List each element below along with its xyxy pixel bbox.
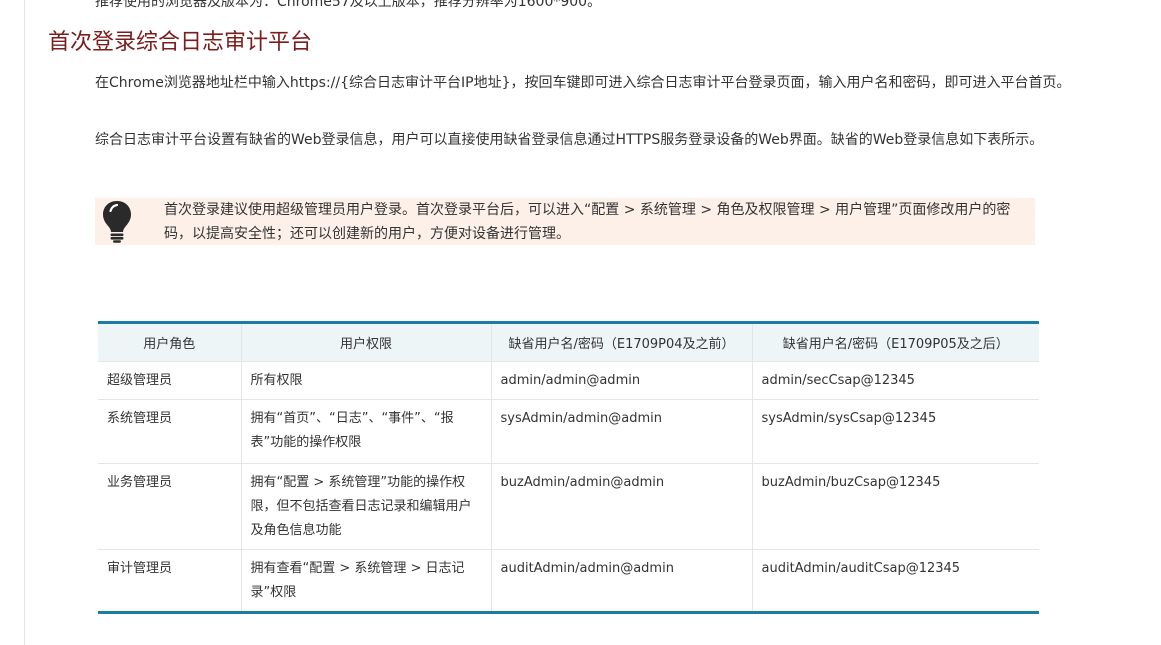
tip-note-text: 首次登录建议使用超级管理员用户登录。首次登录平台后，可以进入“配置 > 系统管理… [164,202,1011,242]
table-header-row: 用户角色 用户权限 缺省用户名/密码（E1709P04及之前） 缺省用户名/密码… [98,322,1039,362]
paragraph-login-url: 在Chrome浏览器地址栏中输入https://{综合日志审计平台IP地址}，按… [95,75,1071,91]
cell-role: 超级管理员 [98,361,242,400]
lightbulb-icon [103,201,131,243]
cell-credentials-old: auditAdmin/admin@admin [491,549,753,614]
header-credentials-new: 缺省用户名/密码（E1709P05及之后） [752,322,1039,362]
cell-role: 审计管理员 [98,549,242,614]
cell-credentials-new: sysAdmin/sysCsap@12345 [752,399,1039,464]
table-row: 系统管理员 拥有“首页”、“日志”、“事件”、“报表”功能的操作权限 sysAd… [98,399,1039,464]
tip-note: 首次登录建议使用超级管理员用户登录。首次登录平台后，可以进入“配置 > 系统管理… [95,198,1035,245]
left-margin-rule [24,0,25,645]
cell-credentials-old: buzAdmin/admin@admin [491,463,753,550]
browser-recommendation: 推荐使用的浏览器及版本为：Chrome57及以上版本，推荐分辨率为1600*90… [95,0,602,10]
cell-credentials-new: buzAdmin/buzCsap@12345 [752,463,1039,550]
table-row: 超级管理员 所有权限 admin/admin@admin admin/secCs… [98,361,1039,400]
cell-permission: 拥有“首页”、“日志”、“事件”、“报表”功能的操作权限 [241,399,492,464]
cell-permission: 所有权限 [241,361,492,400]
table-row: 业务管理员 拥有“配置 > 系统管理”功能的操作权限，但不包括查看日志记录和编辑… [98,463,1039,550]
header-permission: 用户权限 [241,322,492,362]
section-title: 首次登录综合日志审计平台 [48,30,313,55]
cell-credentials-old: admin/admin@admin [491,361,753,400]
header-role: 用户角色 [98,322,242,362]
cell-credentials-new: admin/secCsap@12345 [752,361,1039,400]
table-row: 审计管理员 拥有查看“配置 > 系统管理 > 日志记录”权限 auditAdmi… [98,549,1039,614]
header-credentials-old: 缺省用户名/密码（E1709P04及之前） [491,322,753,362]
default-credentials-table: 用户角色 用户权限 缺省用户名/密码（E1709P04及之前） 缺省用户名/密码… [98,321,1039,614]
paragraph-default-credentials: 综合日志审计平台设置有缺省的Web登录信息，用户可以直接使用缺省登录信息通过HT… [95,132,1044,148]
cell-credentials-old: sysAdmin/admin@admin [491,399,753,464]
cell-credentials-new: auditAdmin/auditCsap@12345 [752,549,1039,614]
cell-role: 业务管理员 [98,463,242,550]
cell-permission: 拥有查看“配置 > 系统管理 > 日志记录”权限 [241,549,492,614]
cell-permission: 拥有“配置 > 系统管理”功能的操作权限，但不包括查看日志记录和编辑用户及角色信… [241,463,492,550]
cell-role: 系统管理员 [98,399,242,464]
